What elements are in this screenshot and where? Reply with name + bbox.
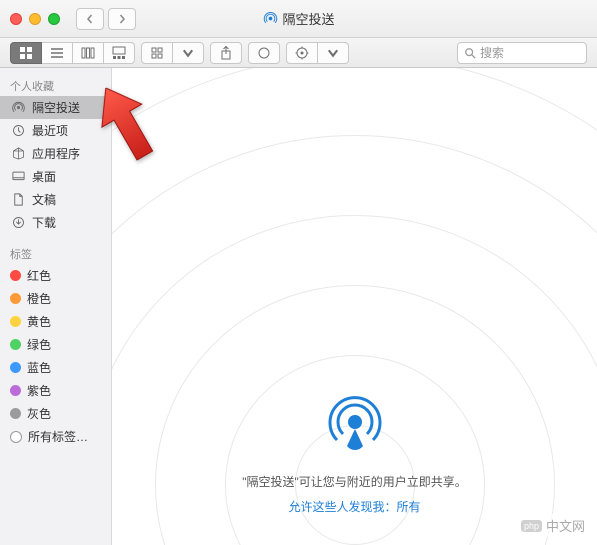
action-segment <box>286 42 349 64</box>
close-icon[interactable] <box>10 13 22 25</box>
documents-icon <box>10 192 26 208</box>
sidebar-item-desktop[interactable]: 桌面 <box>0 165 111 188</box>
minimize-icon[interactable] <box>29 13 41 25</box>
nav-buttons <box>76 8 136 30</box>
watermark: php 中文网 <box>517 514 589 537</box>
window-title: 隔空投送 <box>282 9 334 28</box>
clock-icon <box>10 123 26 139</box>
window-controls <box>10 13 60 25</box>
tag-dot-icon <box>10 385 21 396</box>
watermark-icon: php <box>521 520 542 532</box>
favorites-header: 个人收藏 <box>0 74 111 96</box>
sidebar-item-label: 橙色 <box>27 290 51 307</box>
action-dropdown[interactable] <box>318 42 349 64</box>
back-button[interactable] <box>76 8 104 30</box>
search-placeholder: 搜索 <box>480 44 504 61</box>
arrange-dropdown[interactable] <box>173 42 204 64</box>
sidebar-tag-green[interactable]: 绿色 <box>0 333 111 356</box>
sidebar-item-label: 应用程序 <box>32 145 80 162</box>
sidebar-item-label: 隔空投送 <box>32 99 80 116</box>
airdrop-description: "隔空投送"可让您与附近的用户立即共享。 <box>242 473 467 490</box>
sidebar-item-label: 所有标签… <box>28 428 88 445</box>
all-tags-icon <box>10 431 22 443</box>
share-button[interactable] <box>210 42 242 64</box>
view-gallery-button[interactable] <box>104 42 135 64</box>
downloads-icon <box>10 215 26 231</box>
sidebar-item-label: 绿色 <box>27 336 51 353</box>
tag-dot-icon <box>10 270 21 281</box>
arrange-segment <box>141 42 204 64</box>
airdrop-logo-icon <box>323 390 387 459</box>
sidebar-item-label: 红色 <box>27 267 51 284</box>
arrange-button[interactable] <box>141 42 173 64</box>
maximize-icon[interactable] <box>48 13 60 25</box>
sidebar-all-tags[interactable]: 所有标签… <box>0 425 111 448</box>
view-list-button[interactable] <box>42 42 73 64</box>
sidebar-tag-gray[interactable]: 灰色 <box>0 402 111 425</box>
desktop-icon <box>10 169 26 185</box>
tag-dot-icon <box>10 408 21 419</box>
sidebar: 个人收藏 隔空投送 最近项 应用程序 桌面 文稿 下载 标签 红色 橙 <box>0 68 112 545</box>
sidebar-item-label: 灰色 <box>27 405 51 422</box>
view-mode-segment <box>10 42 135 64</box>
action-button[interactable] <box>286 42 318 64</box>
forward-button[interactable] <box>108 8 136 30</box>
view-column-button[interactable] <box>73 42 104 64</box>
sidebar-tag-blue[interactable]: 蓝色 <box>0 356 111 379</box>
sidebar-tag-orange[interactable]: 橙色 <box>0 287 111 310</box>
sidebar-tag-yellow[interactable]: 黄色 <box>0 310 111 333</box>
sidebar-item-applications[interactable]: 应用程序 <box>0 142 111 165</box>
titlebar: 隔空投送 <box>0 0 597 38</box>
sidebar-item-label: 蓝色 <box>27 359 51 376</box>
tag-dot-icon <box>10 362 21 373</box>
view-icon-button[interactable] <box>10 42 42 64</box>
discover-setting-link[interactable]: 允许这些人发现我：所有 <box>288 498 420 515</box>
content-pane: "隔空投送"可让您与附近的用户立即共享。 允许这些人发现我：所有 <box>112 68 597 545</box>
apps-icon <box>10 146 26 162</box>
toolbar: 搜索 <box>0 38 597 68</box>
chevron-left-icon <box>85 14 95 24</box>
tag-dot-icon <box>10 293 21 304</box>
tags-button[interactable] <box>248 42 280 64</box>
search-icon <box>464 47 476 59</box>
sidebar-item-label: 下载 <box>32 214 56 231</box>
tags-header: 标签 <box>0 242 111 264</box>
watermark-text: 中文网 <box>546 516 585 535</box>
sidebar-tag-red[interactable]: 红色 <box>0 264 111 287</box>
tag-dot-icon <box>10 316 21 327</box>
sidebar-item-downloads[interactable]: 下载 <box>0 211 111 234</box>
airdrop-icon <box>262 11 277 26</box>
sidebar-item-label: 文稿 <box>32 191 56 208</box>
tag-dot-icon <box>10 339 21 350</box>
sidebar-item-documents[interactable]: 文稿 <box>0 188 111 211</box>
sidebar-item-label: 黄色 <box>27 313 51 330</box>
sidebar-tag-purple[interactable]: 紫色 <box>0 379 111 402</box>
sidebar-item-label: 桌面 <box>32 168 56 185</box>
sidebar-item-label: 最近项 <box>32 122 68 139</box>
airdrop-icon <box>10 100 26 116</box>
search-input[interactable]: 搜索 <box>457 42 587 64</box>
chevron-right-icon <box>117 14 127 24</box>
sidebar-item-label: 紫色 <box>27 382 51 399</box>
